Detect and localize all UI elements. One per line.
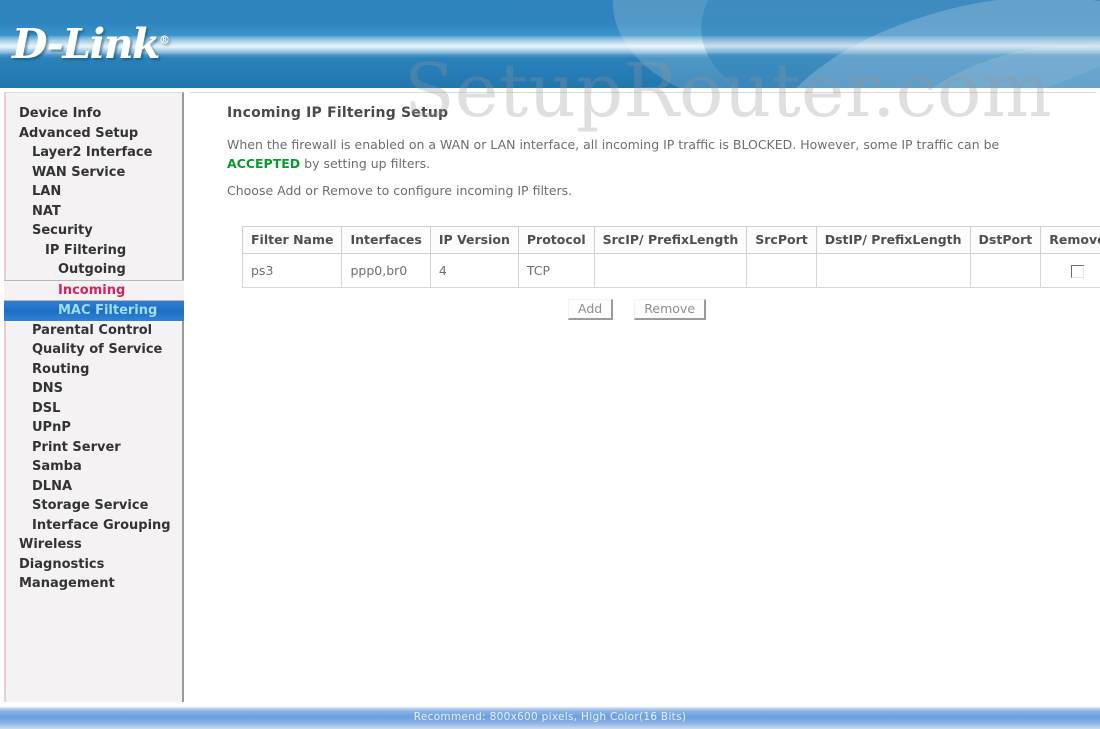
footer-recommendation-text: Recommend: 800x600 pixels, High Color(16… [413, 711, 687, 723]
sidebar-item-storage-service[interactable]: Storage Service [6, 496, 182, 516]
sidebar-item-mac-filtering[interactable]: MAC Filtering [4, 301, 184, 321]
sidebar-item-print-server[interactable]: Print Server [6, 438, 182, 458]
column-header-srcport: SrcPort [746, 226, 817, 254]
column-header-protocol: Protocol [517, 226, 595, 254]
dlink-logo: D-Link® [12, 20, 170, 68]
column-header-interfaces: Interfaces [341, 226, 431, 254]
app-header: D-Link® [0, 0, 1100, 88]
table-head: Filter Name Interfaces IP Version Protocol S… [241, 226, 1100, 254]
sidebar-item-lan[interactable]: LAN [6, 182, 182, 202]
main-content: Incoming IP Filtering Setup When the fir… [190, 92, 1100, 702]
sidebar-item-security[interactable]: Security [6, 221, 182, 241]
registered-trademark-icon: ® [158, 33, 170, 47]
ip-filter-table: Filter Name Interfaces IP Version Protocol S… [241, 226, 1100, 288]
sidebar-item-parental-control[interactable]: Parental Control [6, 321, 182, 341]
cell-src-ip-prefix [593, 253, 748, 288]
intro-paragraph: When the firewall is enabled on a WAN or… [227, 135, 1055, 173]
table-body: ps3 ppp0,br0 4 TCP [241, 253, 1100, 288]
table-header-row: Filter Name Interfaces IP Version Protocol S… [241, 226, 1100, 254]
sidebar-item-routing[interactable]: Routing [6, 360, 182, 380]
column-header-srcip-prefixlength: SrcIP/ PrefixLength [593, 226, 748, 254]
sidebar-item-dns[interactable]: DNS [6, 379, 182, 399]
cell-filter-name: ps3 [241, 253, 343, 288]
dlink-logo-text: D-Link [12, 20, 160, 68]
sidebar-nav: Device Info Advanced Setup Layer2 Interfac… [4, 92, 184, 702]
page-title: Incoming IP Filtering Setup [227, 105, 449, 121]
sidebar-item-advanced-setup[interactable]: Advanced Setup [6, 124, 182, 144]
cell-dst-port [969, 253, 1042, 288]
action-button-row: Add Remove [242, 298, 1032, 320]
sidebar-item-upnp[interactable]: UPnP [6, 418, 182, 438]
column-header-ip-version: IP Version [429, 226, 519, 254]
intro-text-part2: by setting up filters. [300, 156, 431, 171]
sidebar-item-samba[interactable]: Samba [6, 457, 182, 477]
sidebar-item-outgoing[interactable]: Outgoing [6, 260, 182, 280]
sidebar-item-device-info[interactable]: Device Info [6, 104, 182, 124]
footer-bar: Recommend: 800x600 pixels, High Color(16… [0, 707, 1100, 729]
sidebar-item-quality-of-service[interactable]: Quality of Service [6, 340, 182, 360]
cell-interfaces: ppp0,br0 [341, 253, 431, 288]
sidebar-item-dlna[interactable]: DLNA [6, 477, 182, 497]
sidebar-item-layer2-interface[interactable]: Layer2 Interface [6, 143, 182, 163]
column-header-dstip-prefixlength: DstIP/ PrefixLength [815, 226, 971, 254]
sidebar-item-management[interactable]: Management [6, 574, 182, 594]
column-header-dstport: DstPort [969, 226, 1042, 254]
page-body: Device Info Advanced Setup Layer2 Interfac… [0, 88, 1100, 707]
sidebar-item-dsl[interactable]: DSL [6, 399, 182, 419]
column-header-remove: Remove [1040, 226, 1100, 254]
sidebar-item-wireless[interactable]: Wireless [6, 535, 182, 555]
remove-checkbox[interactable] [1070, 264, 1084, 278]
instruction-text: Choose Add or Remove to configure incomi… [227, 183, 573, 198]
cell-dst-ip-prefix [815, 253, 971, 288]
intro-text-part1: When the firewall is enabled on a WAN or… [227, 137, 1000, 152]
sidebar-item-incoming[interactable]: Incoming [4, 279, 184, 301]
cell-protocol: TCP [517, 253, 595, 288]
cell-ip-version: 4 [429, 253, 519, 288]
sidebar-item-ip-filtering[interactable]: IP Filtering [6, 241, 182, 261]
remove-button[interactable]: Remove [634, 299, 707, 320]
sidebar-item-interface-grouping[interactable]: Interface Grouping [6, 516, 182, 536]
cell-remove [1040, 253, 1100, 288]
add-button[interactable]: Add [567, 299, 614, 320]
sidebar-item-diagnostics[interactable]: Diagnostics [6, 555, 182, 575]
table-row: ps3 ppp0,br0 4 TCP [241, 253, 1100, 288]
sidebar-item-wan-service[interactable]: WAN Service [6, 163, 182, 183]
column-header-filter-name: Filter Name [241, 226, 343, 254]
accepted-highlight: ACCEPTED [227, 156, 301, 171]
cell-src-port [746, 253, 817, 288]
sidebar-item-nat[interactable]: NAT [6, 202, 182, 222]
